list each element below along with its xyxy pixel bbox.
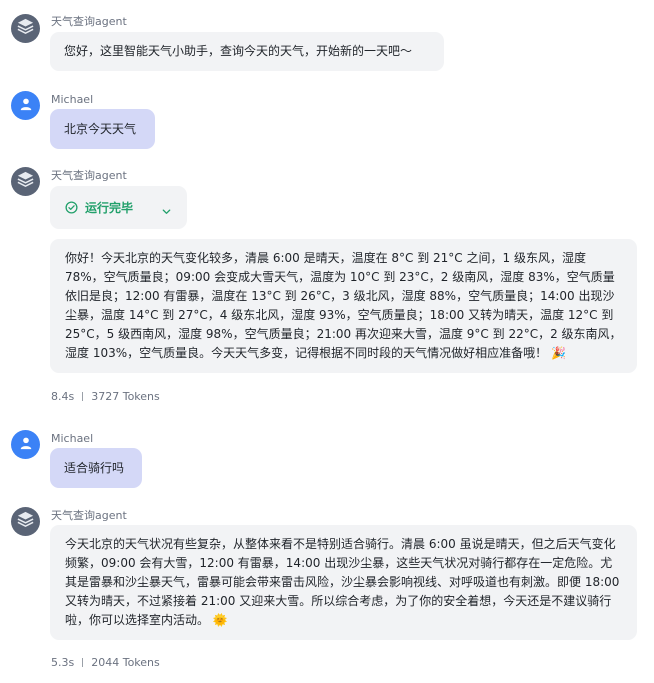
layers-stack-icon [16,510,35,533]
message-bubble: 您好，这里智能天气小助手，查询今天的天气，开始新的一天吧～ [50,32,444,71]
message-bubble: 你好！今天北京的天气变化较多，清晨 6:00 是晴天，温度在 8°C 到 21°… [50,239,637,373]
message-bubble: 北京今天天气 [50,109,155,149]
sun-emoji: 🌞 [212,613,228,627]
message-text: 你好！今天北京的天气变化较多，清晨 6:00 是晴天，温度在 8°C 到 21°… [65,251,622,360]
token-count: 2044 Tokens [91,656,160,669]
message-bubble: 适合骑行吗 [50,448,142,488]
message-meta: 8.4s 3727 Tokens [51,390,160,403]
user-icon [19,96,33,115]
check-circle-icon [65,201,78,214]
agent-avatar [11,14,40,43]
agent-avatar [11,167,40,196]
run-status-label: 运行完毕 [85,201,134,215]
run-status-toggle[interactable]: 运行完毕 [50,186,187,229]
sender-name: 天气查询agent [51,509,127,522]
meta-divider [82,392,84,401]
message-bubble: 今天北京的天气状况有些复杂，从整体来看不是特别适合骑行。清晨 6:00 虽说是晴… [50,525,637,640]
meta-divider [82,658,84,667]
user-avatar [11,91,40,120]
user-avatar [11,430,40,459]
message-text: 今天北京的天气状况有些复杂，从整体来看不是特别适合骑行。清晨 6:00 虽说是晴… [65,537,620,627]
sender-name: 天气查询agent [51,15,127,28]
message-meta: 5.3s 2044 Tokens [51,656,160,669]
layers-stack-icon [16,17,35,40]
token-count: 3727 Tokens [91,390,160,403]
user-icon [19,435,33,454]
response-time: 8.4s [51,390,75,403]
sender-name: 天气查询agent [51,169,127,182]
sender-name: Michael [51,93,94,106]
response-time: 5.3s [51,656,75,669]
sender-name: Michael [51,432,94,445]
party-emoji: 🎉 [550,346,566,360]
layers-stack-icon [16,170,35,193]
agent-avatar [11,507,40,536]
chevron-down-icon[interactable] [161,202,172,221]
